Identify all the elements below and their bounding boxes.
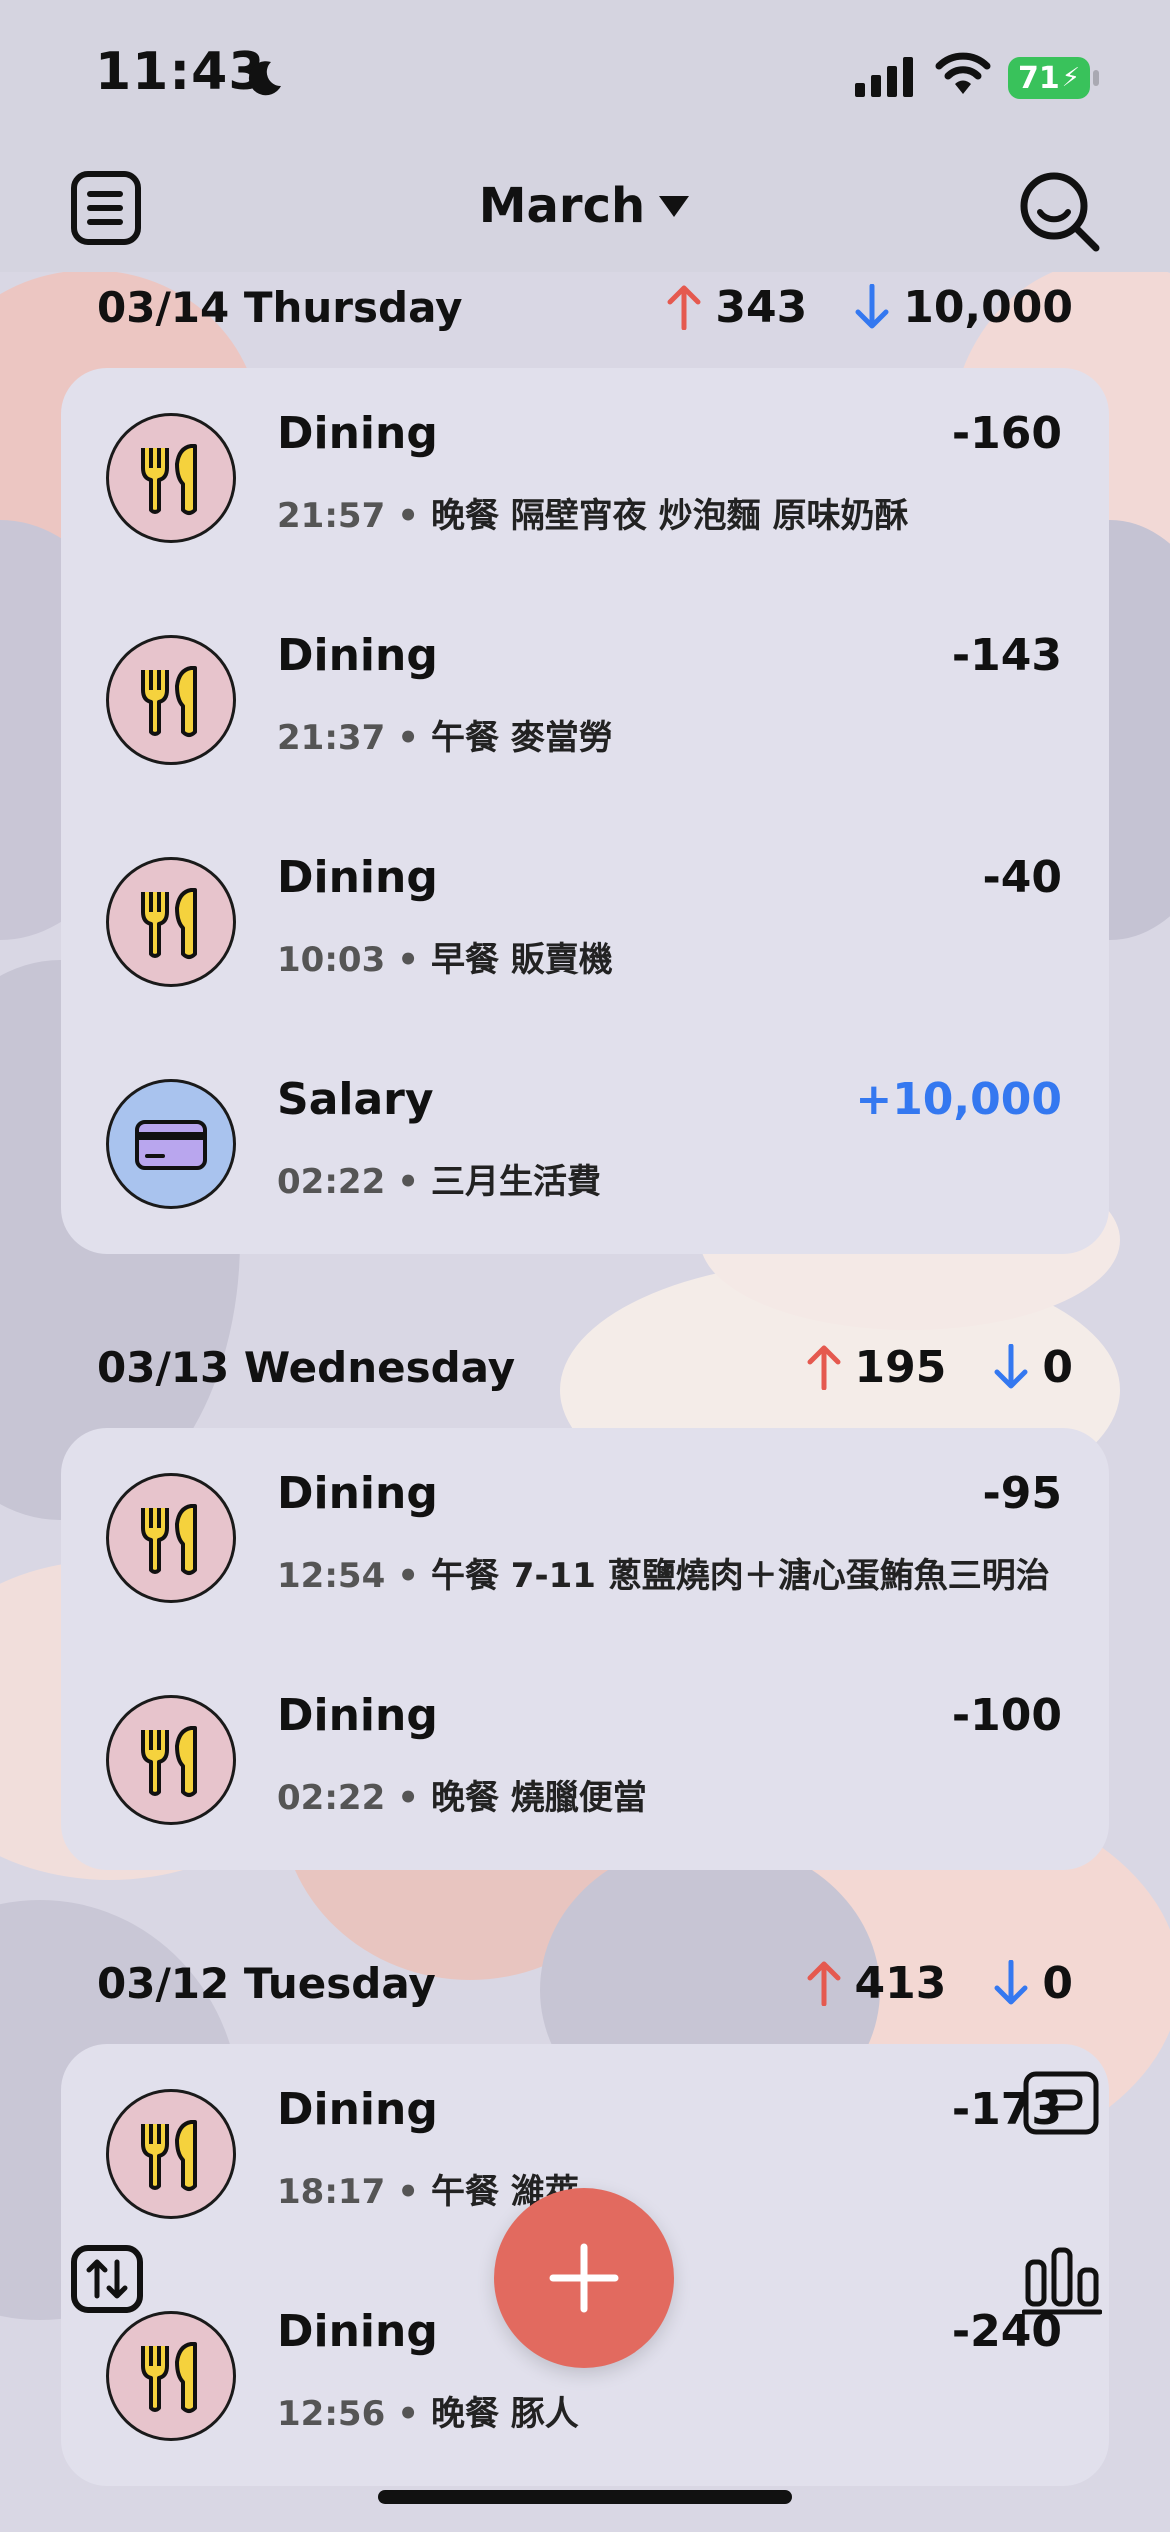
transaction-amount: -100: [951, 1690, 1062, 1741]
transaction-amount: -143: [951, 630, 1062, 681]
day-header: 03/13 Wednesday 195 0: [97, 1332, 1073, 1402]
expense-total: 343: [715, 281, 808, 333]
battery-level: 71: [1017, 60, 1060, 96]
transaction-category: Dining: [277, 2084, 438, 2135]
day-card: Dining 12:54 • 午餐 7-11 蔥鹽燒肉＋溏心蛋鮪魚三明治 -95 D…: [61, 1428, 1109, 1870]
fork-knife-icon: [106, 2089, 236, 2219]
transaction-category: Salary: [277, 1074, 434, 1125]
day-label: 03/14 Thursday: [97, 282, 463, 332]
fork-knife-icon: [106, 1695, 236, 1825]
day-label: 03/12 Tuesday: [97, 1958, 436, 2008]
transaction-time: 21:57: [277, 496, 386, 536]
transaction-row[interactable]: Dining 10:03 • 早餐 販賣機 -40: [61, 812, 1109, 1034]
transaction-category: Dining: [277, 1690, 438, 1741]
transaction-note: 晚餐 隔壁宵夜 炒泡麵 原味奶酥: [430, 496, 909, 536]
status-time: 11:43: [95, 42, 266, 102]
transaction-amount: -40: [982, 852, 1063, 903]
transaction-note: 早餐 販賣機: [430, 940, 613, 980]
swap-toggle-icon[interactable]: [70, 2244, 144, 2314]
transaction-amount: -160: [951, 408, 1062, 459]
fork-knife-icon: [106, 413, 236, 543]
transaction-time: 21:37: [277, 718, 386, 758]
fork-knife-icon: [106, 2311, 236, 2441]
transaction-category: Dining: [277, 1468, 438, 1519]
fork-knife-icon: [106, 635, 236, 765]
transaction-note: 午餐 7-11 蔥鹽燒肉＋溏心蛋鮪魚三明治: [430, 1556, 1050, 1596]
arrow-down-icon: [994, 1344, 1028, 1389]
fork-knife-icon: [106, 857, 236, 987]
month-title: March: [478, 178, 646, 234]
transaction-time: 02:22: [277, 1162, 386, 1202]
expense-total: 195: [854, 1341, 947, 1393]
transaction-meta: 12:56 • 晚餐 豚人: [277, 2394, 579, 2434]
plus-icon: [549, 2243, 619, 2313]
transaction-meta: 21:57 • 晚餐 隔壁宵夜 炒泡麵 原味奶酥: [277, 496, 909, 536]
battery-tip: [1093, 70, 1099, 86]
transaction-amount: +10,000: [855, 1074, 1062, 1125]
transaction-row[interactable]: Dining 21:57 • 晚餐 隔壁宵夜 炒泡麵 原味奶酥 -160: [61, 368, 1109, 590]
day-totals: 343 10,000: [667, 282, 1073, 333]
transaction-meta: 12:54 • 午餐 7-11 蔥鹽燒肉＋溏心蛋鮪魚三明治: [277, 1556, 1050, 1596]
expense-total: 413: [854, 1957, 947, 2009]
income-total: 0: [1042, 1341, 1073, 1393]
transaction-row[interactable]: Dining 02:22 • 晚餐 燒臘便當 -100: [61, 1650, 1109, 1872]
bar-chart-icon[interactable]: [1022, 2244, 1102, 2316]
day-header: 03/12 Tuesday 413 0: [97, 1948, 1073, 2018]
arrow-down-icon: [855, 284, 889, 329]
charging-icon: ⚡: [1061, 63, 1080, 93]
transaction-list[interactable]: 03/14 Thursday 343 10,000 Dining 21:57 • 晚…: [0, 0, 1170, 2532]
transaction-row[interactable]: Dining 21:37 • 午餐 麥當勞 -143: [61, 590, 1109, 812]
day-card: Dining 21:57 • 晚餐 隔壁宵夜 炒泡麵 原味奶酥 -160 Dinin…: [61, 368, 1109, 1254]
transaction-category: Dining: [277, 408, 438, 459]
fork-knife-icon: [106, 1473, 236, 1603]
budget-icon[interactable]: [1022, 2070, 1100, 2136]
transaction-time: 18:17: [277, 2172, 386, 2212]
caret-down-icon: [659, 196, 690, 217]
transaction-time: 02:22: [277, 1778, 386, 1818]
moon-icon: [248, 61, 281, 96]
income-total: 0: [1042, 1957, 1073, 2009]
transaction-meta: 21:37 • 午餐 麥當勞: [277, 718, 613, 758]
income-total: 10,000: [903, 281, 1073, 333]
transaction-note: 晚餐 豚人: [430, 2394, 579, 2434]
credit-card-icon: [106, 1079, 236, 1209]
transaction-time: 12:54: [277, 1556, 386, 1596]
transaction-note: 午餐 麥當勞: [430, 718, 613, 758]
battery-indicator: 71 ⚡: [1008, 57, 1090, 99]
transaction-note: 晚餐 燒臘便當: [430, 1778, 647, 1818]
transaction-category: Dining: [277, 630, 438, 681]
arrow-up-icon: [807, 1345, 841, 1390]
arrow-up-icon: [807, 1961, 841, 2006]
transaction-row[interactable]: Salary 02:22 • 三月生活費 +10,000: [61, 1034, 1109, 1256]
cellular-signal-icon: [855, 57, 913, 97]
transaction-meta: 02:22 • 三月生活費: [277, 1162, 601, 1202]
transaction-time: 12:56: [277, 2394, 386, 2434]
transaction-category: Dining: [277, 852, 438, 903]
add-transaction-button[interactable]: [494, 2188, 674, 2368]
day-label: 03/13 Wednesday: [97, 1342, 516, 1392]
day-totals: 195 0: [807, 1342, 1073, 1393]
transaction-note: 三月生活費: [430, 1162, 601, 1202]
transaction-meta: 10:03 • 早餐 販賣機: [277, 940, 613, 980]
transaction-time: 10:03: [277, 940, 386, 980]
transaction-category: Dining: [277, 2306, 438, 2357]
month-selector[interactable]: March: [0, 178, 1170, 234]
day-header: 03/14 Thursday 343 10,000: [97, 272, 1073, 342]
home-indicator: [378, 2490, 792, 2504]
arrow-up-icon: [667, 285, 701, 330]
wifi-icon: [935, 52, 991, 94]
arrow-down-icon: [994, 1960, 1028, 2005]
search-icon[interactable]: [1018, 170, 1102, 254]
transaction-row[interactable]: Dining 12:54 • 午餐 7-11 蔥鹽燒肉＋溏心蛋鮪魚三明治 -95: [61, 1428, 1109, 1650]
transaction-amount: -95: [982, 1468, 1063, 1519]
transaction-meta: 02:22 • 晚餐 燒臘便當: [277, 1778, 647, 1818]
day-totals: 413 0: [807, 1958, 1073, 2009]
status-bar: 11:43 71 ⚡: [0, 0, 1170, 150]
top-nav-bar: March: [0, 150, 1170, 272]
